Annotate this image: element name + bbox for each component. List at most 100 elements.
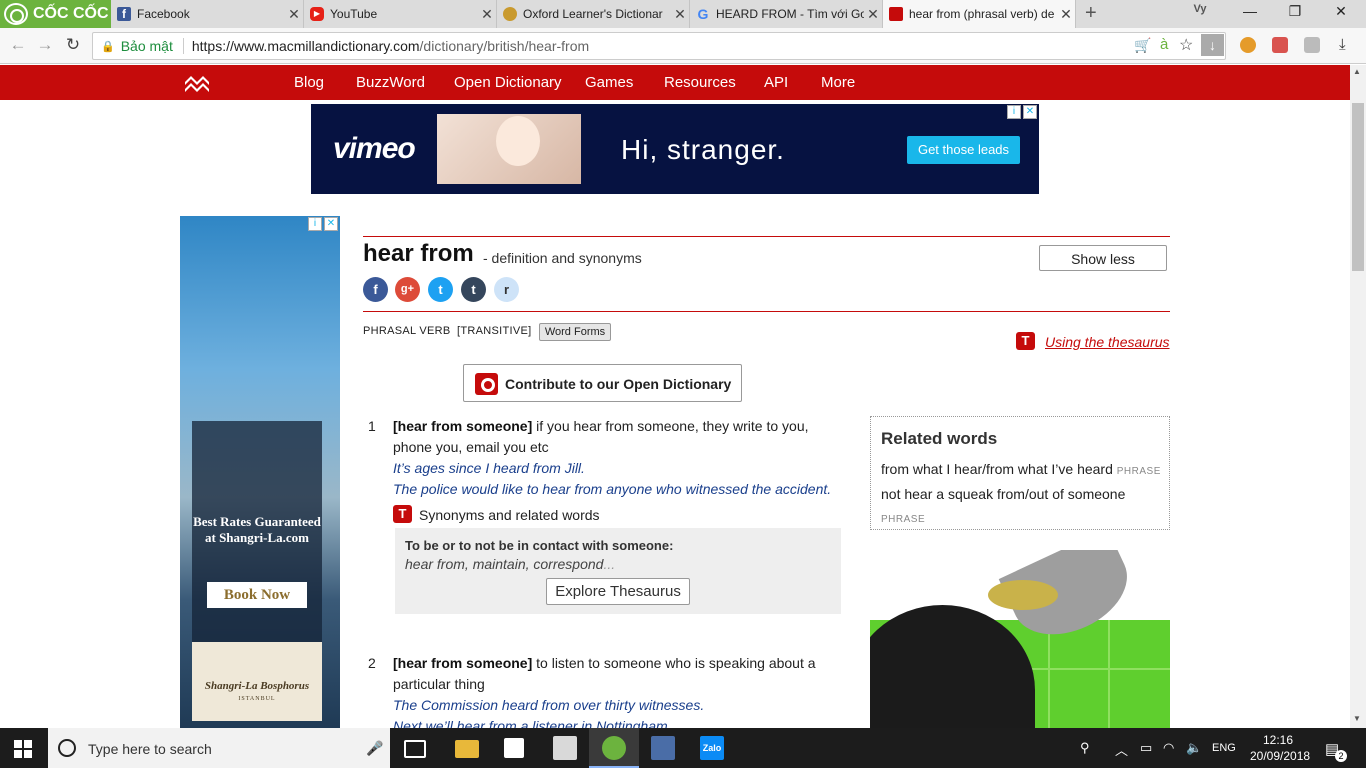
coccoc-menu-button[interactable]: CỐC CỐC — [0, 0, 111, 28]
tray-chevron-icon[interactable]: ︿ — [1115, 740, 1128, 759]
profile-badge[interactable]: Vy — [1190, 3, 1210, 15]
synonyms-label[interactable]: Synonyms and related words — [419, 507, 600, 523]
forward-icon[interactable]: → — [34, 35, 56, 55]
volume-icon[interactable]: 🔈 — [1186, 740, 1202, 756]
nav-more[interactable]: More — [821, 74, 855, 91]
shopping-cart-icon[interactable]: 🛒 — [1134, 37, 1151, 54]
thesaurus-icon: T — [1016, 332, 1035, 350]
microphone-icon[interactable]: 🎤 — [366, 740, 383, 757]
typing-extension-icon[interactable]: à — [1160, 36, 1168, 53]
tab-google-search[interactable]: G HEARD FROM - Tìm với Go ✕ — [690, 0, 883, 28]
related-word-text[interactable]: not hear a squeak from/out of someone — [881, 486, 1125, 502]
nav-api[interactable]: API — [764, 74, 788, 91]
nav-games[interactable]: Games — [585, 74, 633, 91]
new-tab-button[interactable]: + — [1085, 2, 1097, 25]
ad-cta-button[interactable]: Get those leads — [907, 136, 1020, 164]
coccoc-logo-icon — [4, 3, 28, 25]
ad-headline: Best Rates Guaranteed at Shangri-La.com — [193, 514, 321, 545]
wifi-icon[interactable]: ◠ — [1163, 740, 1174, 756]
back-icon[interactable]: ← — [7, 35, 29, 55]
using-thesaurus-link[interactable]: Using the thesaurus — [1045, 334, 1170, 350]
scroll-up-icon[interactable]: ▲ — [1353, 67, 1361, 76]
people-icon[interactable]: ⚲ — [1080, 740, 1090, 756]
restore-icon[interactable]: ❐ — [1285, 3, 1305, 20]
chrome-extension-icon[interactable] — [1240, 37, 1256, 53]
twitter-share-icon[interactable]: t — [428, 277, 453, 302]
sense-text: phone you, email you etc — [393, 439, 549, 455]
sense-number: 1 — [368, 418, 376, 434]
related-word-item[interactable]: from what I hear/from what I’ve heard PH… — [881, 461, 1161, 477]
sense-pattern: [hear from someone] — [393, 418, 533, 434]
word-forms-button[interactable]: Word Forms — [539, 323, 611, 341]
show-less-button[interactable]: Show less — [1039, 245, 1167, 271]
related-word-text[interactable]: from what I hear/from what I’ve heard — [881, 461, 1113, 477]
divider — [363, 236, 1170, 237]
explore-thesaurus-button[interactable]: Explore Thesaurus — [546, 578, 690, 605]
adchoices-icon[interactable]: i — [1007, 105, 1021, 119]
nav-open-dictionary[interactable]: Open Dictionary — [454, 74, 562, 91]
related-word-item[interactable]: not hear a squeak from/out of someone — [881, 486, 1125, 502]
downloads-icon[interactable]: ⤓ — [1339, 36, 1346, 53]
book-now-button[interactable]: Book Now — [207, 582, 307, 608]
taskbar-clock[interactable]: 12:16 20/09/2018 — [1250, 732, 1310, 764]
taskbar-search-box[interactable]: Type here to search 🎤 — [48, 728, 390, 768]
hair-oil-ad-image[interactable] — [870, 550, 1170, 728]
shangri-la-side-ad[interactable]: Best Rates Guaranteed at Shangri-La.com … — [180, 216, 340, 728]
macmillan-logo-icon[interactable] — [184, 73, 210, 93]
google-icon: G — [697, 6, 709, 22]
reload-icon[interactable]: ↻ — [62, 35, 84, 55]
file-explorer-icon[interactable] — [455, 740, 479, 758]
app-icon[interactable] — [553, 736, 577, 760]
tab-title: HEARD FROM - Tìm với Go — [716, 7, 864, 21]
close-window-icon[interactable]: ✕ — [1331, 3, 1351, 20]
tumblr-share-icon[interactable]: t — [461, 277, 486, 302]
grammar-label: [TRANSITIVE] — [457, 325, 532, 337]
ad-close-icon[interactable]: ✕ — [324, 217, 338, 231]
language-indicator[interactable]: ENG — [1212, 742, 1236, 754]
headword: hear from — [363, 240, 474, 267]
thesaurus-ellipsis: ... — [603, 556, 616, 572]
app-icon[interactable] — [651, 736, 675, 760]
nav-buzzword[interactable]: BuzzWord — [356, 74, 425, 91]
url-host: https://www.macmillandictionary.com — [191, 38, 420, 54]
scrollbar-thumb[interactable] — [1352, 103, 1364, 271]
facebook-share-icon[interactable]: f — [363, 277, 388, 302]
close-tab-icon[interactable]: ✕ — [864, 6, 882, 23]
divider — [363, 311, 1170, 312]
coccoc-taskbar-icon — [602, 736, 626, 760]
bookmark-star-icon[interactable]: ☆ — [1179, 35, 1193, 55]
oxford-icon — [503, 7, 517, 21]
nav-blog[interactable]: Blog — [294, 74, 324, 91]
close-tab-icon[interactable]: ✕ — [285, 6, 303, 23]
tab-youtube[interactable]: ▶ YouTube ✕ — [304, 0, 497, 28]
close-tab-icon[interactable]: ✕ — [671, 6, 689, 23]
close-tab-icon[interactable]: ✕ — [478, 6, 496, 23]
vimeo-banner-ad[interactable]: vimeo Hi, stranger. Get those leads — [311, 104, 1039, 194]
zalo-icon[interactable]: Zalo — [700, 736, 724, 760]
tab-title: hear from (phrasal verb) de — [909, 7, 1055, 21]
close-tab-icon[interactable]: ✕ — [1057, 6, 1075, 23]
store-icon[interactable] — [504, 738, 524, 758]
nav-resources[interactable]: Resources — [664, 74, 736, 91]
ad-close-icon[interactable]: ✕ — [1023, 105, 1037, 119]
windows-start-icon[interactable] — [14, 740, 32, 758]
ad-hotel-city: ISTANBUL — [238, 696, 276, 702]
scroll-down-icon[interactable]: ▼ — [1353, 714, 1361, 723]
shield-extension-icon[interactable] — [1272, 37, 1288, 53]
related-word-tag: PHRASE — [1116, 466, 1161, 477]
battery-icon[interactable]: ▭ — [1140, 740, 1152, 756]
address-bar[interactable]: 🔒 Bảo mật https://www.macmillandictionar… — [92, 32, 1226, 60]
tab-facebook[interactable]: f Facebook ✕ — [111, 0, 304, 28]
related-words-box: Related words from what I hear/from what… — [870, 416, 1170, 530]
tab-macmillan[interactable]: hear from (phrasal verb) de ✕ — [883, 0, 1076, 28]
minimize-icon[interactable]: — — [1240, 3, 1260, 19]
adchoices-icon[interactable]: i — [308, 217, 322, 231]
example-sentence: The Commission heard from over thirty wi… — [393, 697, 705, 713]
extension-icon[interactable] — [1304, 37, 1320, 53]
task-view-icon[interactable] — [404, 740, 426, 758]
google-plus-share-icon[interactable]: g+ — [395, 277, 420, 302]
tab-oxford[interactable]: Oxford Learner's Dictionar ✕ — [497, 0, 690, 28]
download-page-icon[interactable]: ↓ — [1201, 34, 1224, 56]
reddit-share-icon[interactable]: r — [494, 277, 519, 302]
contribute-open-dictionary-button[interactable]: Contribute to our Open Dictionary — [463, 364, 742, 402]
